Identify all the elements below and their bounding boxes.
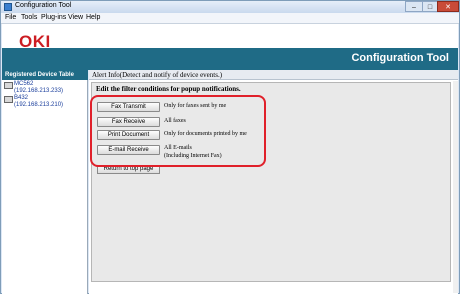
window-title: Configuration Tool xyxy=(15,2,72,9)
app-icon xyxy=(4,3,12,11)
sidebar-header: Registered Device Table xyxy=(2,70,88,80)
minimize-button[interactable]: – xyxy=(405,1,422,12)
banner-title: Configuration Tool xyxy=(351,52,449,64)
title-bar[interactable]: Configuration Tool – □ ✕ xyxy=(1,1,459,13)
app-window: Configuration Tool – □ ✕ File Tools Plug… xyxy=(0,0,460,294)
highlight-box xyxy=(90,95,266,167)
printer-icon xyxy=(4,96,13,103)
menu-tools[interactable]: Tools xyxy=(21,14,37,21)
section-title: Edit the filter conditions for popup not… xyxy=(96,85,241,93)
menu-help[interactable]: Help xyxy=(86,14,100,21)
banner-top xyxy=(2,24,458,48)
device-name[interactable]: B432 xyxy=(14,95,28,101)
menu-plugins[interactable]: Plug-ins xyxy=(41,14,66,21)
menu-view[interactable]: View xyxy=(68,14,83,21)
device-ip[interactable]: (192.168.213.210) xyxy=(14,102,63,109)
menu-bar: File Tools Plug-ins View Help xyxy=(1,13,459,24)
close-button[interactable]: ✕ xyxy=(437,1,459,12)
device-ip[interactable]: (192.168.213.233) xyxy=(14,88,63,95)
printer-icon xyxy=(4,82,13,89)
device-name[interactable]: MC562 xyxy=(14,81,33,87)
menu-file[interactable]: File xyxy=(5,14,16,21)
maximize-button[interactable]: □ xyxy=(422,1,437,12)
scrollbar[interactable] xyxy=(453,81,458,293)
main-header: Alert Info(Detect and notify of device e… xyxy=(89,70,458,80)
